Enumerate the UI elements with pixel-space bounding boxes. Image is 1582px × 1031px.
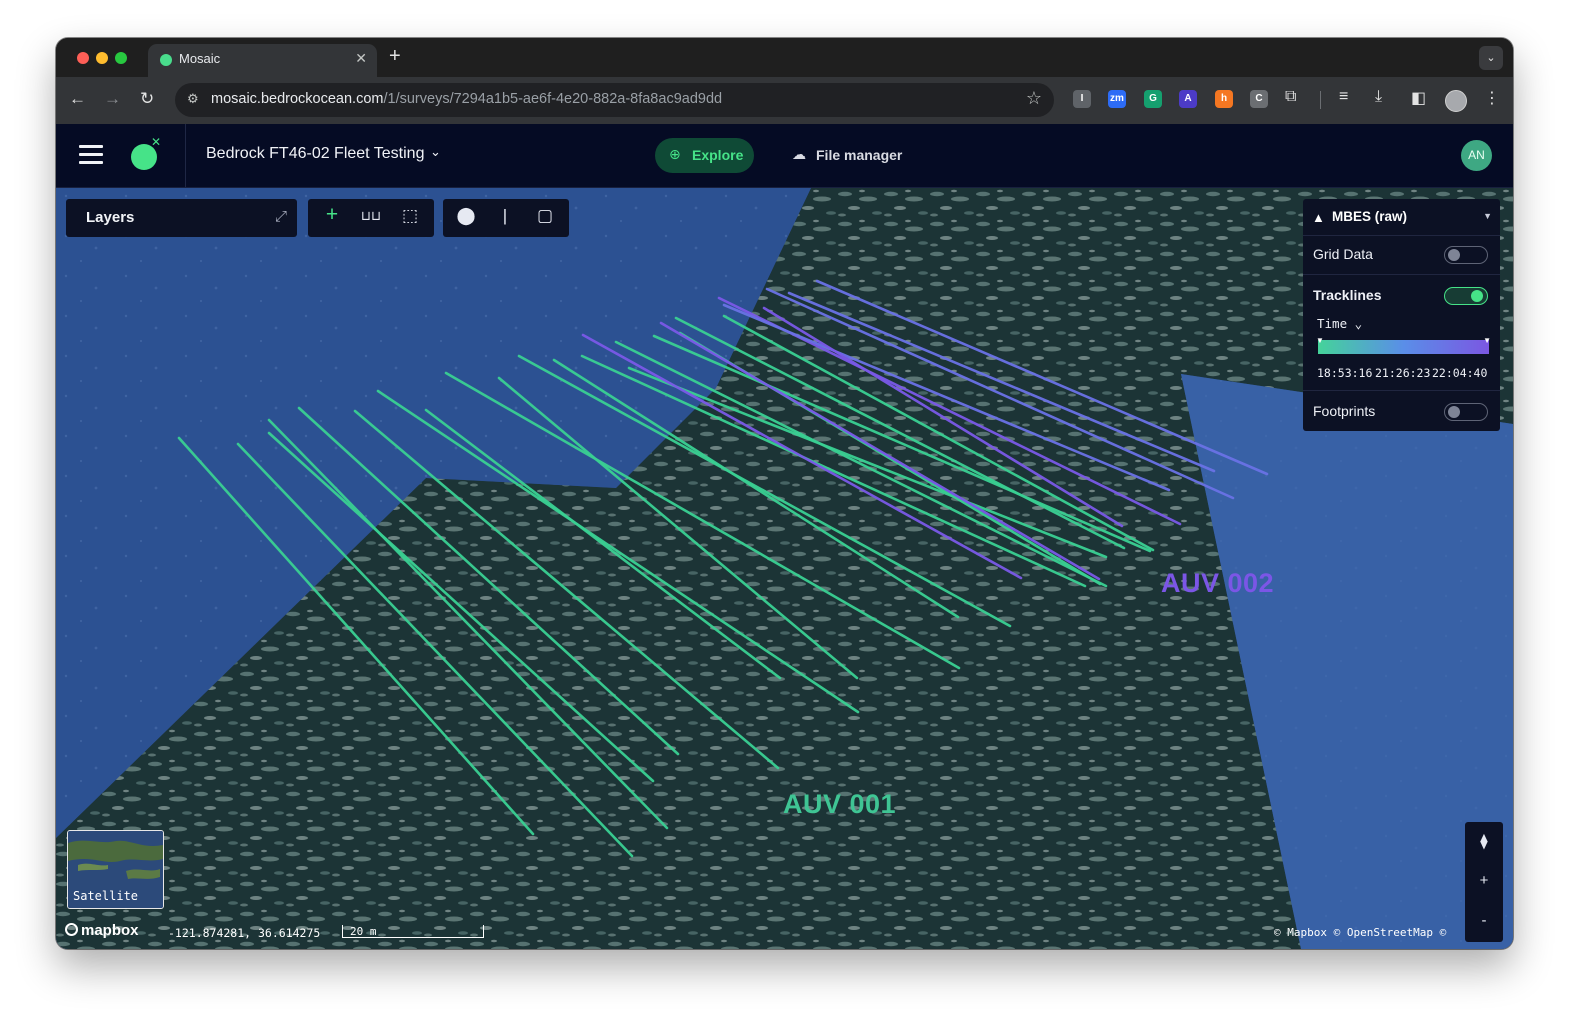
mbes-layer-panel: ▲ MBES (raw) ▼ Grid Data Tracklines Time… (1303, 199, 1500, 431)
line-draw-icon[interactable]: | (493, 206, 517, 226)
mapbox-mark-icon (65, 923, 78, 936)
media-queue-icon[interactable]: ≡ (1339, 88, 1348, 106)
time-tick: 18:53:16 (1317, 366, 1373, 380)
new-tab-button[interactable]: + (389, 45, 401, 68)
side-panel-icon[interactable]: ◧ (1411, 88, 1426, 108)
compass-icon[interactable]: ⧫ (1465, 832, 1503, 850)
cursor-coordinates: -121.874281, 36.614275 (168, 926, 321, 940)
address-bar[interactable]: ⚙ mosaic.bedrockocean.com/1/surveys/7294… (175, 83, 1054, 117)
tab-favicon-icon (160, 54, 172, 66)
map-attribution[interactable]: © Mapbox © OpenStreetMap © (1274, 926, 1446, 939)
tab-close-icon[interactable]: ✕ (355, 50, 367, 67)
tab-search-chevron-icon[interactable]: ⌄ (1479, 46, 1503, 70)
globe-icon: ⊕ (669, 146, 681, 162)
app-header: ✕ Bedrock FT46-02 Fleet Testing ⌄ ⊕ Expl… (56, 124, 1513, 188)
menu-hamburger-icon[interactable] (79, 145, 103, 165)
footprints-label: Footprints (1313, 403, 1376, 419)
header-divider (185, 124, 186, 187)
time-tick: 22:04:40 (1432, 366, 1488, 380)
map-navigation-control: ⧫ + - (1465, 822, 1503, 942)
back-arrow-icon[interactable]: ← (69, 89, 86, 109)
map-viewport[interactable]: AUV 001 AUV 002 Layers ⤢ + ⊔⊔ ⬚ ⬤ | ▢ ▲ … (56, 188, 1513, 949)
browser-toolbar: ← → ↻ ⚙ mosaic.bedrockocean.com/1/survey… (56, 77, 1513, 124)
polygon-draw-icon[interactable]: ▢ (533, 206, 557, 226)
instapaper-extension-icon[interactable]: I (1073, 90, 1091, 108)
basemap-switcher[interactable]: Satellite (67, 830, 164, 909)
color-by-value: Time (1317, 316, 1348, 331)
cloud-upload-icon[interactable]: ☁ (792, 146, 806, 163)
hubspot-extension-icon[interactable]: h (1215, 90, 1233, 108)
add-plus-icon[interactable]: + (320, 203, 344, 227)
url-path: /1/surveys/7294a1b5-ae6f-4e20-882a-8fa8a… (383, 91, 723, 107)
forward-arrow-icon[interactable]: → (104, 89, 121, 109)
measure-toolbar: + ⊔⊔ ⬚ (308, 199, 434, 237)
layers-panel[interactable]: Layers ⤢ (66, 199, 297, 237)
zoom-out-button[interactable]: - (1465, 912, 1503, 929)
scale-bar: 20 m (342, 925, 484, 938)
map-canvas[interactable] (56, 188, 1513, 949)
privacy-extension-icon[interactable]: C (1250, 90, 1268, 108)
project-selector[interactable]: Bedrock FT46-02 Fleet Testing (206, 145, 424, 163)
extensions-puzzle-icon[interactable]: ⧉ (1285, 88, 1296, 106)
mapbox-wordmark: mapbox (81, 922, 139, 939)
browser-window: Mosaic ✕ + ⌄ ← → ↻ ⚙ mosaic.bedrockocean… (56, 38, 1513, 949)
toolbar-separator (1320, 91, 1321, 109)
grammarly-extension-icon[interactable]: G (1144, 90, 1162, 108)
color-by-dropdown[interactable]: Time ⌄ (1317, 316, 1362, 331)
url-text[interactable]: mosaic.bedrockocean.com/1/surveys/7294a1… (211, 91, 722, 107)
tab-title: Mosaic (179, 51, 221, 66)
triangle-icon: ▲ (1312, 210, 1325, 225)
explore-label: Explore (692, 147, 744, 163)
grid-data-toggle[interactable] (1444, 246, 1488, 264)
auv-002-label: AUV 002 (1161, 568, 1275, 598)
minimize-window-button[interactable] (96, 52, 108, 64)
bookmark-star-icon[interactable]: ☆ (1026, 88, 1042, 109)
tab-strip: Mosaic ✕ + ⌄ (56, 38, 1513, 77)
tracklines-toggle[interactable] (1444, 287, 1488, 305)
range-end-handle[interactable]: ▼ (1483, 336, 1491, 345)
mapbox-logo[interactable]: mapbox (65, 922, 139, 939)
file-manager-nav-link[interactable]: File manager (816, 147, 902, 163)
logo-spark-icon: ✕ (151, 135, 162, 149)
zoom-extension-icon[interactable]: zm (1108, 90, 1126, 108)
grid-data-label: Grid Data (1313, 246, 1373, 262)
explore-nav-button[interactable]: ⊕ Explore (655, 138, 754, 173)
range-start-handle[interactable]: ▼ (1316, 336, 1324, 345)
adobe-extension-icon[interactable]: A (1179, 90, 1197, 108)
scale-label: 20 m (350, 925, 377, 938)
draw-toolbar: ⬤ | ▢ (443, 199, 569, 237)
mbes-header[interactable]: ▲ MBES (raw) ▼ (1303, 199, 1500, 236)
url-host: mosaic.bedrockocean.com (211, 91, 384, 107)
browser-tab[interactable]: Mosaic ✕ (148, 44, 377, 77)
layers-title: Layers (86, 209, 135, 226)
zoom-in-button[interactable]: + (1465, 872, 1503, 889)
map-pin-icon[interactable]: ⬤ (454, 206, 478, 226)
caret-down-icon[interactable]: ▼ (1483, 211, 1492, 221)
browser-menu-icon[interactable]: ⋮ (1484, 88, 1500, 108)
mbes-title: MBES (raw) (1332, 209, 1408, 224)
ruler-icon[interactable]: ⊔⊔ (359, 208, 383, 224)
download-icon[interactable]: ⤓ (1375, 88, 1382, 106)
tracklines-label: Tracklines (1313, 287, 1382, 303)
user-avatar[interactable]: AN (1461, 140, 1492, 171)
divider (1303, 274, 1500, 275)
chevron-down-icon[interactable]: ⌄ (430, 144, 441, 160)
auv-001-label: AUV 001 (783, 789, 897, 819)
site-settings-icon[interactable]: ⚙ (187, 91, 199, 107)
box-select-icon[interactable]: ⬚ (398, 206, 422, 226)
reload-icon[interactable]: ↻ (140, 89, 154, 109)
close-window-button[interactable] (77, 52, 89, 64)
time-gradient-slider[interactable]: ▼ ▼ (1316, 336, 1491, 354)
chevron-down-icon: ⌄ (1354, 316, 1363, 331)
maximize-window-button[interactable] (115, 52, 127, 64)
footprints-toggle[interactable] (1444, 403, 1488, 421)
basemap-label: Satellite (73, 889, 139, 903)
expand-icon[interactable]: ⤢ (275, 208, 287, 225)
divider (1303, 390, 1500, 391)
time-tick: 21:26:23 (1375, 366, 1431, 380)
profile-avatar[interactable] (1445, 90, 1467, 112)
